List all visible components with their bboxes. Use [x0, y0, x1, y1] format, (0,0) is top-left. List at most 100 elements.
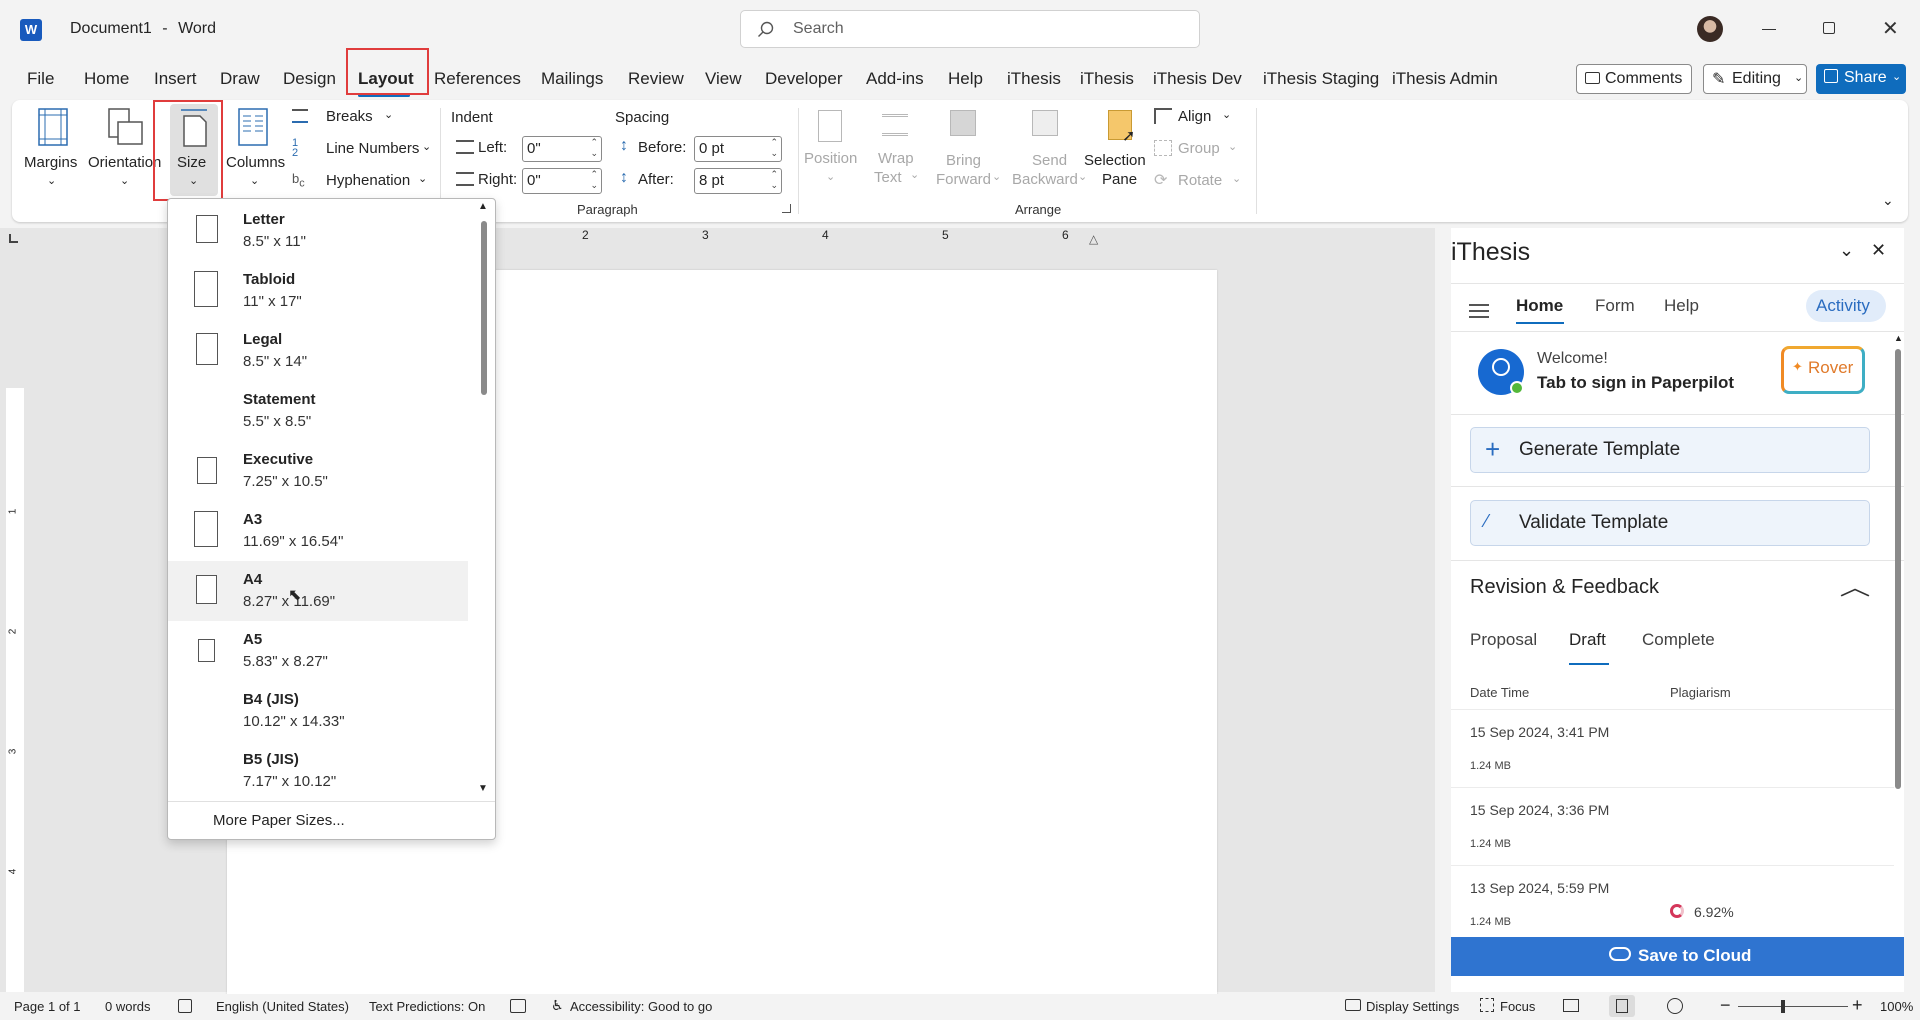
scroll-down-icon[interactable]: ▼: [478, 783, 488, 794]
line-numbers-button[interactable]: 12 Line Numbers ⌄: [290, 138, 431, 162]
align-button[interactable]: Align ⌄: [1154, 106, 1244, 130]
indent-right-input[interactable]: 0" ⌃ ⌄: [522, 168, 602, 194]
tab-view[interactable]: View: [705, 69, 742, 89]
menu-scrollbar[interactable]: ▲ ▼: [474, 199, 494, 799]
validate-template-button[interactable]: ⁄ Validate Template: [1470, 500, 1870, 546]
scroll-up-icon[interactable]: ▲: [1894, 333, 1903, 343]
table-row[interactable]: 15 Sep 2024, 3:36 PM 1.24 MB: [1451, 788, 1894, 865]
comments-button[interactable]: Comments: [1576, 64, 1692, 94]
size-item-legal[interactable]: Legal 8.5" x 14": [168, 321, 468, 381]
size-item-a3[interactable]: A3 11.69" x 16.54": [168, 501, 468, 561]
tab-mailings[interactable]: Mailings: [541, 69, 603, 89]
scroll-up-icon[interactable]: ▲: [478, 201, 488, 212]
macro-icon[interactable]: [510, 999, 526, 1013]
zoom-slider-track[interactable]: [1738, 1006, 1848, 1007]
size-button[interactable]: Size ⌄: [170, 104, 218, 196]
language[interactable]: English (United States): [216, 999, 349, 1014]
display-settings[interactable]: Display Settings: [1366, 999, 1459, 1014]
page-count[interactable]: Page 1 of 1: [14, 999, 81, 1014]
scroll-thumb[interactable]: [1895, 349, 1901, 789]
zoom-in-icon[interactable]: +: [1852, 995, 1863, 1016]
tab-layout[interactable]: Layout: [358, 69, 414, 89]
size-item-tabloid[interactable]: Tabloid 11" x 17": [168, 261, 468, 321]
pane-tab-home[interactable]: Home: [1516, 296, 1563, 316]
size-item-executive[interactable]: Executive 7.25" x 10.5": [168, 441, 468, 501]
proofing-icon[interactable]: [178, 999, 192, 1013]
size-item-a5[interactable]: A5 5.83" x 8.27": [168, 621, 468, 681]
right-indent-marker-icon[interactable]: △: [1089, 232, 1098, 246]
focus-mode[interactable]: Focus: [1500, 999, 1535, 1014]
collapse-ribbon-icon[interactable]: ⌄: [1882, 192, 1894, 209]
generate-template-button[interactable]: + Generate Template: [1470, 427, 1870, 473]
activity-button[interactable]: Activity: [1806, 290, 1886, 322]
spin-arrows-icon[interactable]: ⌃ ⌄: [590, 137, 598, 159]
pane-close-icon[interactable]: ✕: [1871, 240, 1886, 261]
pane-options-chevron-icon[interactable]: ⌄: [1839, 240, 1854, 261]
web-layout-icon[interactable]: [1667, 998, 1683, 1014]
tab-ithesis[interactable]: iThesis: [1007, 69, 1061, 89]
tab-ithesis-2[interactable]: iThesis: [1080, 69, 1134, 89]
spin-arrows-icon[interactable]: ⌃ ⌄: [770, 137, 778, 159]
rover-button[interactable]: ✦ Rover: [1781, 346, 1865, 394]
pane-tab-help[interactable]: Help: [1664, 296, 1699, 316]
pane-scrollbar[interactable]: ▲: [1892, 333, 1904, 933]
word-logo-icon[interactable]: W: [20, 19, 42, 41]
avatar[interactable]: [1697, 16, 1723, 42]
size-item-letter[interactable]: Letter 8.5" x 11": [168, 201, 468, 261]
rev-tab-draft[interactable]: Draft: [1569, 630, 1606, 650]
dialog-launcher-icon[interactable]: [782, 204, 791, 213]
restore-icon[interactable]: [1823, 22, 1835, 34]
spacing-after-input[interactable]: 8 pt ⌃ ⌄: [694, 168, 782, 194]
tab-developer[interactable]: Developer: [765, 69, 843, 89]
vertical-ruler[interactable]: 1 2 3 4: [6, 388, 24, 992]
indent-left-input[interactable]: 0" ⌃ ⌄: [522, 136, 602, 162]
search-box[interactable]: Search: [740, 10, 1200, 48]
hyphenation-button[interactable]: bc Hyphenation ⌄: [290, 170, 430, 194]
save-to-cloud-button[interactable]: Save to Cloud: [1451, 937, 1904, 976]
editing-button[interactable]: ✎ Editing ⌄: [1703, 64, 1807, 94]
zoom-level[interactable]: 100%: [1880, 999, 1913, 1014]
columns-button[interactable]: Columns ⌄: [224, 106, 285, 190]
table-row[interactable]: 13 Sep 2024, 5:59 PM 1.24 MB 6.92%: [1451, 866, 1894, 934]
table-row[interactable]: 15 Sep 2024, 3:41 PM 1.24 MB: [1451, 710, 1894, 787]
breaks-button[interactable]: Breaks ⌄: [290, 106, 420, 130]
tab-add-ins[interactable]: Add-ins: [866, 69, 924, 89]
close-icon[interactable]: ✕: [1882, 16, 1899, 41]
orientation-button[interactable]: Orientation ⌄: [86, 106, 164, 190]
more-paper-sizes[interactable]: More Paper Sizes...: [213, 812, 345, 829]
signin-text[interactable]: Tab to sign in Paperpilot: [1537, 373, 1734, 393]
tab-ithesis-staging[interactable]: iThesis Staging: [1263, 69, 1379, 89]
zoom-out-icon[interactable]: −: [1720, 995, 1731, 1016]
tab-ithesis-dev[interactable]: iThesis Dev: [1153, 69, 1242, 89]
spacing-before-input[interactable]: 0 pt ⌃ ⌄: [694, 136, 782, 162]
ruler-corner-icon[interactable]: [9, 234, 18, 243]
size-item-b4-jis[interactable]: B4 (JIS) 10.12" x 14.33": [168, 681, 468, 741]
tab-insert[interactable]: Insert: [154, 69, 197, 89]
collapse-chevron-icon[interactable]: ︿: [1840, 570, 1871, 602]
tab-file[interactable]: File: [27, 69, 54, 89]
accessibility-status[interactable]: Accessibility: Good to go: [570, 999, 712, 1014]
text-predictions[interactable]: Text Predictions: On: [369, 999, 485, 1014]
rev-tab-proposal[interactable]: Proposal: [1470, 630, 1537, 650]
selection-pane-button[interactable]: ➚ Selection Pane: [1080, 106, 1154, 190]
scroll-thumb[interactable]: [481, 221, 487, 395]
spin-arrows-icon[interactable]: ⌃ ⌄: [590, 169, 598, 191]
pane-tab-form[interactable]: Form: [1595, 296, 1635, 316]
tab-ithesis-admin[interactable]: iThesis Admin: [1392, 69, 1498, 89]
rev-tab-complete[interactable]: Complete: [1642, 630, 1715, 650]
tab-home[interactable]: Home: [84, 69, 129, 89]
tab-references[interactable]: References: [434, 69, 521, 89]
size-item-statement[interactable]: Statement 5.5" x 8.5": [168, 381, 468, 441]
read-mode-icon[interactable]: [1563, 999, 1579, 1012]
spin-arrows-icon[interactable]: ⌃ ⌄: [770, 169, 778, 191]
margins-button[interactable]: Margins ⌄: [22, 106, 82, 190]
tab-design[interactable]: Design: [283, 69, 336, 89]
tab-draw[interactable]: Draw: [220, 69, 260, 89]
size-item-b5-jis[interactable]: B5 (JIS) 7.17" x 10.12": [168, 741, 468, 801]
share-button[interactable]: Share ⌄: [1816, 64, 1906, 94]
tab-review[interactable]: Review: [628, 69, 684, 89]
size-item-a4[interactable]: A4 8.27" x 11.69" ⬉: [168, 561, 468, 621]
word-count[interactable]: 0 words: [105, 999, 151, 1014]
zoom-slider-thumb[interactable]: [1781, 1000, 1785, 1013]
minimize-icon[interactable]: [1762, 29, 1776, 30]
